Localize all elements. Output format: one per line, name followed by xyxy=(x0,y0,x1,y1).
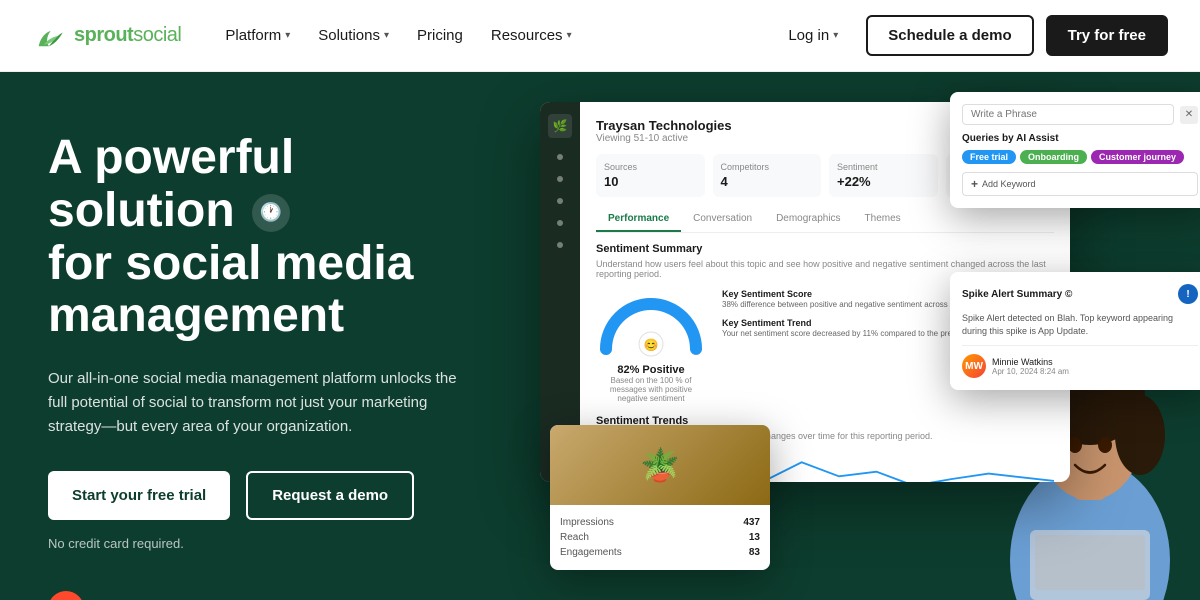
ai-tags: Free trial Onboarding Customer journey xyxy=(962,150,1198,164)
chevron-down-icon: ▾ xyxy=(384,30,389,41)
sidebar-dot xyxy=(557,198,563,204)
g2-icon: G xyxy=(48,591,84,600)
chevron-down-icon: ▾ xyxy=(285,30,290,41)
navbar: sproutsocial Platform ▾ Solutions ▾ Pric… xyxy=(0,0,1200,72)
sidebar-dot xyxy=(557,176,563,182)
logo-text: sproutsocial xyxy=(74,24,181,47)
divider xyxy=(962,345,1198,346)
dashboard-tabs: Performance Conversation Demographics Th… xyxy=(596,207,1054,233)
ai-assist-card: ✕ Queries by AI Assist Free trial Onboar… xyxy=(950,92,1200,208)
try-free-button[interactable]: Try for free xyxy=(1046,15,1168,56)
spike-text: Spike Alert detected on Blah. Top keywor… xyxy=(962,312,1198,337)
spike-title: Spike Alert Summary © xyxy=(962,289,1072,300)
gauge-label: 82% Positive xyxy=(596,364,706,376)
nav-right: Log in ▾ Schedule a demo Try for free xyxy=(772,15,1168,56)
sentiment-gauge: 😊 82% Positive Based on the 100 % of mes… xyxy=(596,289,706,403)
stat-engagements: Engagements 83 xyxy=(560,545,760,560)
spike-user-avatar: MW xyxy=(962,354,986,378)
section-title: Sentiment Summary xyxy=(596,243,1054,255)
logo[interactable]: sproutsocial xyxy=(32,19,181,53)
spike-timestamp: Apr 10, 2024 8:24 am xyxy=(992,367,1069,376)
tab-demographics[interactable]: Demographics xyxy=(764,207,852,232)
metric-sources: Sources 10 xyxy=(596,154,705,197)
hero-description: Our all-in-one social media management p… xyxy=(48,367,468,439)
spike-header: Spike Alert Summary © ! xyxy=(962,284,1198,304)
company-name: Traysan Technologies xyxy=(596,118,732,133)
start-trial-button[interactable]: Start your free trial xyxy=(48,471,230,520)
g2-section: G #1 Best Overall Software | 2024 Top 50… xyxy=(48,591,472,600)
metric-competitors: Competitors 4 xyxy=(713,154,822,197)
login-button[interactable]: Log in ▾ xyxy=(772,19,854,52)
tag-customer-journey[interactable]: Customer journey xyxy=(1091,150,1184,164)
social-stats-card: 🪴 Impressions 437 Reach 13 Engagements 8… xyxy=(550,425,770,570)
g2-badge: G #1 Best Overall Software | 2024 xyxy=(48,591,472,600)
social-image: 🪴 xyxy=(550,425,770,505)
plus-icon: + xyxy=(971,177,978,191)
sidebar-home-icon: 🌿 xyxy=(548,114,572,138)
spike-user: MW Minnie Watkins Apr 10, 2024 8:24 am xyxy=(962,354,1198,378)
spike-alert-card: Spike Alert Summary © ! Spike Alert dete… xyxy=(950,272,1200,390)
gauge-sublabel: Based on the 100 % of messages with posi… xyxy=(596,376,706,403)
company-sub: Viewing 51-10 active xyxy=(596,133,732,144)
no-credit-card-text: No credit card required. xyxy=(48,536,472,551)
stat-reach: Reach 13 xyxy=(560,530,760,545)
nav-resources[interactable]: Resources ▾ xyxy=(479,19,584,52)
sidebar-dot xyxy=(557,220,563,226)
tab-conversation[interactable]: Conversation xyxy=(681,207,764,232)
ai-input-row: ✕ xyxy=(962,104,1198,125)
nav-left: sproutsocial Platform ▾ Solutions ▾ Pric… xyxy=(32,19,584,53)
hero-section: A powerful solution 🕐 for social media m… xyxy=(0,72,1200,600)
hero-left: A powerful solution 🕐 for social media m… xyxy=(0,72,520,600)
hero-right: 🌿 Traysan Technologies Viewing 51-10 act… xyxy=(520,72,1200,600)
clear-button[interactable]: ✕ xyxy=(1180,106,1198,124)
chevron-down-icon: ▾ xyxy=(567,30,572,41)
add-keyword-button[interactable]: + Add Keyword xyxy=(962,172,1198,196)
request-demo-button[interactable]: Request a demo xyxy=(246,471,414,520)
ai-title: Queries by AI Assist xyxy=(962,133,1198,144)
tab-themes[interactable]: Themes xyxy=(853,207,913,232)
tag-onboarding[interactable]: Onboarding xyxy=(1020,150,1087,164)
nav-solutions[interactable]: Solutions ▾ xyxy=(306,19,401,52)
phrase-input[interactable] xyxy=(962,104,1174,125)
social-stats: Impressions 437 Reach 13 Engagements 83 xyxy=(550,505,770,570)
svg-text:😊: 😊 xyxy=(644,338,659,352)
hero-title: A powerful solution 🕐 for social media m… xyxy=(48,132,472,343)
clock-icon: 🕐 xyxy=(252,194,290,232)
chevron-down-icon: ▾ xyxy=(833,30,838,41)
spike-user-name: Minnie Watkins xyxy=(992,357,1069,367)
sidebar-dot xyxy=(557,242,563,248)
tab-performance[interactable]: Performance xyxy=(596,207,681,232)
hero-buttons: Start your free trial Request a demo xyxy=(48,471,472,520)
sidebar-dot xyxy=(557,154,563,160)
nav-platform[interactable]: Platform ▾ xyxy=(213,19,302,52)
metric-sentiment: Sentiment +22% xyxy=(829,154,938,197)
schedule-demo-button[interactable]: Schedule a demo xyxy=(866,15,1033,56)
gauge-svg: 😊 xyxy=(596,289,706,359)
spike-badge: ! xyxy=(1178,284,1198,304)
nav-links: Platform ▾ Solutions ▾ Pricing Resources… xyxy=(213,19,583,52)
logo-icon xyxy=(32,19,66,53)
tag-free-trial[interactable]: Free trial xyxy=(962,150,1016,164)
nav-pricing[interactable]: Pricing xyxy=(405,19,475,52)
stat-impressions: Impressions 437 xyxy=(560,515,760,530)
